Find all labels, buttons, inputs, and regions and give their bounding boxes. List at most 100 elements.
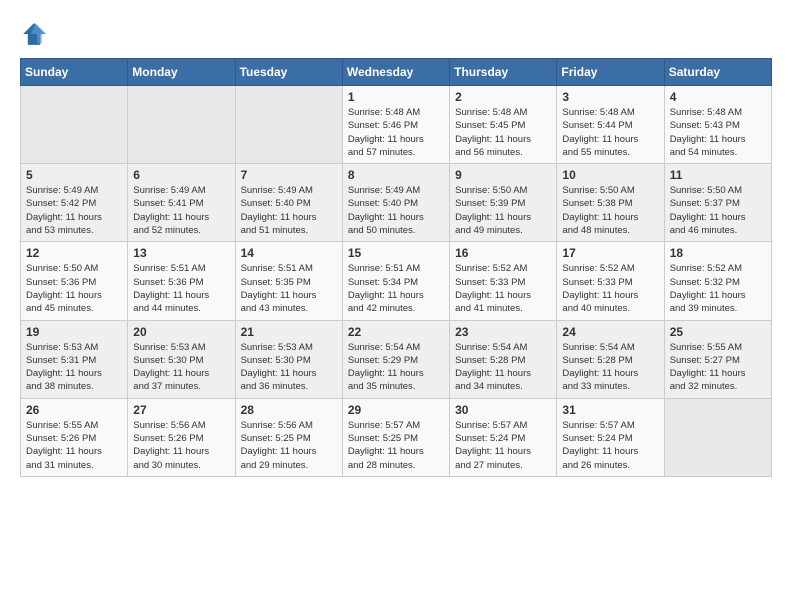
calendar-day-cell [128, 86, 235, 164]
day-info: Sunrise: 5:54 AM Sunset: 5:28 PM Dayligh… [562, 341, 658, 394]
day-info: Sunrise: 5:50 AM Sunset: 5:37 PM Dayligh… [670, 184, 766, 237]
day-info: Sunrise: 5:49 AM Sunset: 5:42 PM Dayligh… [26, 184, 122, 237]
day-number: 15 [348, 246, 444, 260]
calendar-day-cell: 30 Sunrise: 5:57 AM Sunset: 5:24 PM Dayli… [450, 398, 557, 476]
day-info: Sunrise: 5:55 AM Sunset: 5:27 PM Dayligh… [670, 341, 766, 394]
day-number: 4 [670, 90, 766, 104]
day-of-week-header: Saturday [664, 59, 771, 86]
day-info: Sunrise: 5:57 AM Sunset: 5:25 PM Dayligh… [348, 419, 444, 472]
calendar-day-cell: 12 Sunrise: 5:50 AM Sunset: 5:36 PM Dayli… [21, 242, 128, 320]
day-info: Sunrise: 5:51 AM Sunset: 5:35 PM Dayligh… [241, 262, 337, 315]
day-info: Sunrise: 5:48 AM Sunset: 5:45 PM Dayligh… [455, 106, 551, 159]
calendar-day-cell: 1Sunrise: 5:48 AM Sunset: 5:46 PM Daylig… [342, 86, 449, 164]
day-number: 20 [133, 325, 229, 339]
day-number: 7 [241, 168, 337, 182]
day-info: Sunrise: 5:50 AM Sunset: 5:36 PM Dayligh… [26, 262, 122, 315]
day-number: 30 [455, 403, 551, 417]
day-number: 14 [241, 246, 337, 260]
day-info: Sunrise: 5:52 AM Sunset: 5:33 PM Dayligh… [455, 262, 551, 315]
day-info: Sunrise: 5:49 AM Sunset: 5:40 PM Dayligh… [241, 184, 337, 237]
calendar-day-cell: 14 Sunrise: 5:51 AM Sunset: 5:35 PM Dayli… [235, 242, 342, 320]
day-number: 18 [670, 246, 766, 260]
day-info: Sunrise: 5:53 AM Sunset: 5:31 PM Dayligh… [26, 341, 122, 394]
day-number: 3 [562, 90, 658, 104]
calendar-day-cell: 27 Sunrise: 5:56 AM Sunset: 5:26 PM Dayli… [128, 398, 235, 476]
day-info: Sunrise: 5:49 AM Sunset: 5:41 PM Dayligh… [133, 184, 229, 237]
day-info: Sunrise: 5:56 AM Sunset: 5:26 PM Dayligh… [133, 419, 229, 472]
day-number: 21 [241, 325, 337, 339]
calendar-day-cell [664, 398, 771, 476]
day-info: Sunrise: 5:49 AM Sunset: 5:40 PM Dayligh… [348, 184, 444, 237]
calendar-header-row: SundayMondayTuesdayWednesdayThursdayFrid… [21, 59, 772, 86]
day-info: Sunrise: 5:57 AM Sunset: 5:24 PM Dayligh… [562, 419, 658, 472]
day-number: 9 [455, 168, 551, 182]
calendar-day-cell: 19 Sunrise: 5:53 AM Sunset: 5:31 PM Dayli… [21, 320, 128, 398]
calendar-day-cell: 20 Sunrise: 5:53 AM Sunset: 5:30 PM Dayli… [128, 320, 235, 398]
day-info: Sunrise: 5:52 AM Sunset: 5:33 PM Dayligh… [562, 262, 658, 315]
calendar-day-cell: 6 Sunrise: 5:49 AM Sunset: 5:41 PM Daylig… [128, 164, 235, 242]
day-number: 11 [670, 168, 766, 182]
calendar-day-cell [235, 86, 342, 164]
calendar-day-cell: 28 Sunrise: 5:56 AM Sunset: 5:25 PM Dayli… [235, 398, 342, 476]
calendar-day-cell: 18Sunrise: 5:52 AM Sunset: 5:32 PM Dayli… [664, 242, 771, 320]
calendar-day-cell: 10Sunrise: 5:50 AM Sunset: 5:38 PM Dayli… [557, 164, 664, 242]
day-info: Sunrise: 5:53 AM Sunset: 5:30 PM Dayligh… [133, 341, 229, 394]
calendar-day-cell: 25 Sunrise: 5:55 AM Sunset: 5:27 PM Dayli… [664, 320, 771, 398]
day-info: Sunrise: 5:48 AM Sunset: 5:43 PM Dayligh… [670, 106, 766, 159]
day-number: 8 [348, 168, 444, 182]
day-number: 6 [133, 168, 229, 182]
day-info: Sunrise: 5:56 AM Sunset: 5:25 PM Dayligh… [241, 419, 337, 472]
calendar-table: SundayMondayTuesdayWednesdayThursdayFrid… [20, 58, 772, 477]
calendar-day-cell: 2Sunrise: 5:48 AM Sunset: 5:45 PM Daylig… [450, 86, 557, 164]
day-number: 19 [26, 325, 122, 339]
calendar-day-cell: 16 Sunrise: 5:52 AM Sunset: 5:33 PM Dayli… [450, 242, 557, 320]
calendar-day-cell: 29 Sunrise: 5:57 AM Sunset: 5:25 PM Dayli… [342, 398, 449, 476]
calendar-week-row: 19 Sunrise: 5:53 AM Sunset: 5:31 PM Dayli… [21, 320, 772, 398]
day-number: 16 [455, 246, 551, 260]
calendar-day-cell: 9 Sunrise: 5:50 AM Sunset: 5:39 PM Daylig… [450, 164, 557, 242]
calendar-day-cell: 31 Sunrise: 5:57 AM Sunset: 5:24 PM Dayli… [557, 398, 664, 476]
calendar-week-row: 1Sunrise: 5:48 AM Sunset: 5:46 PM Daylig… [21, 86, 772, 164]
day-of-week-header: Monday [128, 59, 235, 86]
day-info: Sunrise: 5:53 AM Sunset: 5:30 PM Dayligh… [241, 341, 337, 394]
day-number: 5 [26, 168, 122, 182]
header [20, 20, 772, 48]
day-number: 29 [348, 403, 444, 417]
calendar-day-cell: 17Sunrise: 5:52 AM Sunset: 5:33 PM Dayli… [557, 242, 664, 320]
day-number: 31 [562, 403, 658, 417]
calendar-week-row: 26 Sunrise: 5:55 AM Sunset: 5:26 PM Dayli… [21, 398, 772, 476]
day-number: 12 [26, 246, 122, 260]
day-of-week-header: Wednesday [342, 59, 449, 86]
day-info: Sunrise: 5:51 AM Sunset: 5:34 PM Dayligh… [348, 262, 444, 315]
day-info: Sunrise: 5:48 AM Sunset: 5:44 PM Dayligh… [562, 106, 658, 159]
day-info: Sunrise: 5:57 AM Sunset: 5:24 PM Dayligh… [455, 419, 551, 472]
day-number: 28 [241, 403, 337, 417]
day-number: 24 [562, 325, 658, 339]
calendar-week-row: 5 Sunrise: 5:49 AM Sunset: 5:42 PM Daylig… [21, 164, 772, 242]
day-number: 26 [26, 403, 122, 417]
day-number: 22 [348, 325, 444, 339]
calendar-day-cell: 23 Sunrise: 5:54 AM Sunset: 5:28 PM Dayli… [450, 320, 557, 398]
calendar-day-cell: 3 Sunrise: 5:48 AM Sunset: 5:44 PM Daylig… [557, 86, 664, 164]
calendar-day-cell: 21 Sunrise: 5:53 AM Sunset: 5:30 PM Dayli… [235, 320, 342, 398]
calendar-day-cell: 15 Sunrise: 5:51 AM Sunset: 5:34 PM Dayli… [342, 242, 449, 320]
day-of-week-header: Friday [557, 59, 664, 86]
calendar-day-cell: 5 Sunrise: 5:49 AM Sunset: 5:42 PM Daylig… [21, 164, 128, 242]
day-info: Sunrise: 5:51 AM Sunset: 5:36 PM Dayligh… [133, 262, 229, 315]
calendar-day-cell: 4 Sunrise: 5:48 AM Sunset: 5:43 PM Daylig… [664, 86, 771, 164]
calendar-day-cell: 24 Sunrise: 5:54 AM Sunset: 5:28 PM Dayli… [557, 320, 664, 398]
day-number: 27 [133, 403, 229, 417]
day-number: 25 [670, 325, 766, 339]
day-number: 13 [133, 246, 229, 260]
day-info: Sunrise: 5:50 AM Sunset: 5:38 PM Dayligh… [562, 184, 658, 237]
calendar-week-row: 12 Sunrise: 5:50 AM Sunset: 5:36 PM Dayli… [21, 242, 772, 320]
calendar-day-cell: 11 Sunrise: 5:50 AM Sunset: 5:37 PM Dayli… [664, 164, 771, 242]
day-info: Sunrise: 5:54 AM Sunset: 5:28 PM Dayligh… [455, 341, 551, 394]
day-number: 23 [455, 325, 551, 339]
logo [20, 20, 52, 48]
calendar-day-cell: 8 Sunrise: 5:49 AM Sunset: 5:40 PM Daylig… [342, 164, 449, 242]
calendar-day-cell [21, 86, 128, 164]
day-info: Sunrise: 5:50 AM Sunset: 5:39 PM Dayligh… [455, 184, 551, 237]
day-info: Sunrise: 5:55 AM Sunset: 5:26 PM Dayligh… [26, 419, 122, 472]
day-of-week-header: Sunday [21, 59, 128, 86]
